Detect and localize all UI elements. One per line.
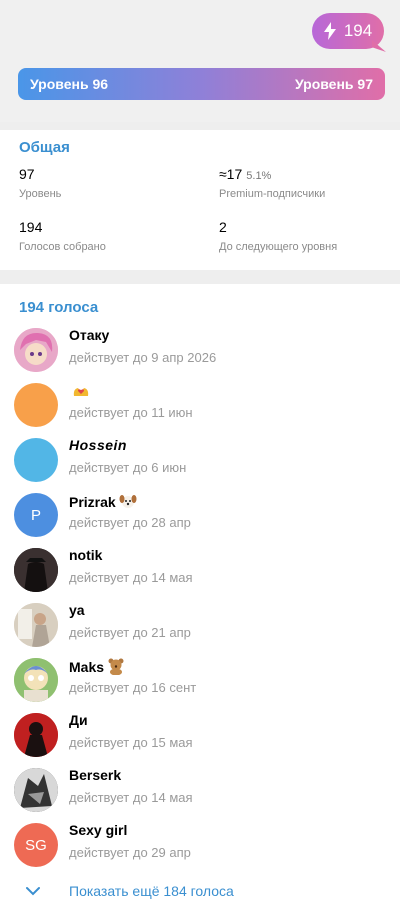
booster-row[interactable]: SG Sexy girl действует до 29 апр [0, 820, 400, 875]
avatar: P [14, 493, 58, 537]
booster-row[interactable]: Maks действует до 16 сент [0, 655, 400, 710]
avatar [14, 658, 58, 702]
booster-expiry: действует до 16 сент [69, 680, 197, 695]
booster-expiry: действует до 6 июн [69, 460, 187, 475]
booster-expiry: действует до 29 апр [69, 845, 191, 860]
stat-level-label: Уровень [19, 188, 62, 200]
booster-row[interactable]: Hossein действует до 6 июн [0, 435, 400, 490]
booster-name: Prizrak [69, 492, 137, 513]
avatar [14, 383, 58, 427]
stat-next-level-label: До следующего уровня [219, 241, 338, 253]
avatar [14, 603, 58, 647]
divider [0, 122, 400, 130]
booster-expiry: действует до 11 июн [69, 405, 193, 420]
boost-header: 194 Уровень 96 Уровень 97 [0, 0, 400, 122]
booster-row[interactable]: Berserk действует до 14 мая [0, 765, 400, 820]
avatar [14, 768, 58, 812]
avatar [14, 438, 58, 482]
show-more-button[interactable]: Показать ещё 184 голоса [0, 880, 400, 906]
booster-name: Berserk [69, 767, 122, 783]
booster-name: notik [69, 547, 103, 563]
booster-row[interactable]: notik действует до 14 мая [0, 545, 400, 600]
boost-count-badge: 194 [312, 13, 384, 49]
booster-name: Maks [69, 657, 125, 678]
avatar-initials: P [30, 506, 41, 524]
booster-expiry: действует до 9 апр 2026 [69, 350, 217, 365]
booster-name [69, 382, 90, 403]
booster-row[interactable]: Ди действует до 15 мая [0, 710, 400, 765]
hands-heart-emoji-icon [72, 382, 90, 403]
booster-expiry: действует до 28 апр [69, 515, 191, 530]
dog-emoji-icon [119, 492, 137, 513]
divider [0, 270, 400, 284]
stat-premium: ≈17 5.1% Premium-подписчики [219, 166, 325, 200]
stat-next-level-value: 2 [219, 219, 227, 235]
booster-row[interactable]: P Prizrak действует до 28 апр [0, 490, 400, 545]
avatar [14, 713, 58, 757]
stat-premium-label: Premium-подписчики [219, 188, 326, 200]
stat-premium-percent: 5.1% [246, 170, 272, 182]
avatar-initials: SG [25, 836, 47, 854]
stat-level-value: 97 [19, 166, 35, 182]
stat-votes: 194 Голосов собрано [19, 219, 106, 253]
stat-votes-label: Голосов собрано [19, 241, 106, 253]
overview-title: Общая [19, 139, 70, 156]
next-level-label: Уровень 97 [294, 76, 373, 92]
stat-premium-value: ≈17 5.1% [219, 166, 272, 182]
booster-name: Ди [69, 712, 88, 728]
stat-level: 97 Уровень [19, 166, 61, 200]
booster-row[interactable]: действует до 11 июн [0, 380, 400, 435]
booster-name: Sexy girl [69, 822, 128, 838]
level-progress-bar: Уровень 96 Уровень 97 [18, 68, 385, 100]
chevron-down-icon [26, 887, 40, 896]
avatar: SG [14, 823, 58, 867]
booster-name: Hossein [69, 437, 127, 453]
booster-row[interactable]: Отаку действует до 9 апр 2026 [0, 325, 400, 380]
show-more-label: Показать ещё 184 голоса [69, 883, 234, 899]
boost-count: 194 [343, 21, 373, 40]
booster-expiry: действует до 14 мая [69, 790, 193, 805]
stat-votes-value: 194 [19, 219, 43, 235]
avatar [14, 548, 58, 592]
current-level-label: Уровень 96 [30, 76, 109, 92]
booster-name: Отаку [69, 327, 110, 343]
avatar [14, 328, 58, 372]
booster-name: ya [69, 602, 85, 618]
stat-next-level: 2 До следующего уровня [219, 219, 337, 253]
booster-expiry: действует до 14 мая [69, 570, 193, 585]
bear-emoji-icon [107, 657, 125, 678]
lightning-icon [323, 22, 336, 40]
booster-expiry: действует до 15 мая [69, 735, 193, 750]
booster-row[interactable]: ya действует до 21 апр [0, 600, 400, 655]
booster-expiry: действует до 21 апр [69, 625, 191, 640]
boosters-title: 194 голоса [19, 299, 99, 316]
